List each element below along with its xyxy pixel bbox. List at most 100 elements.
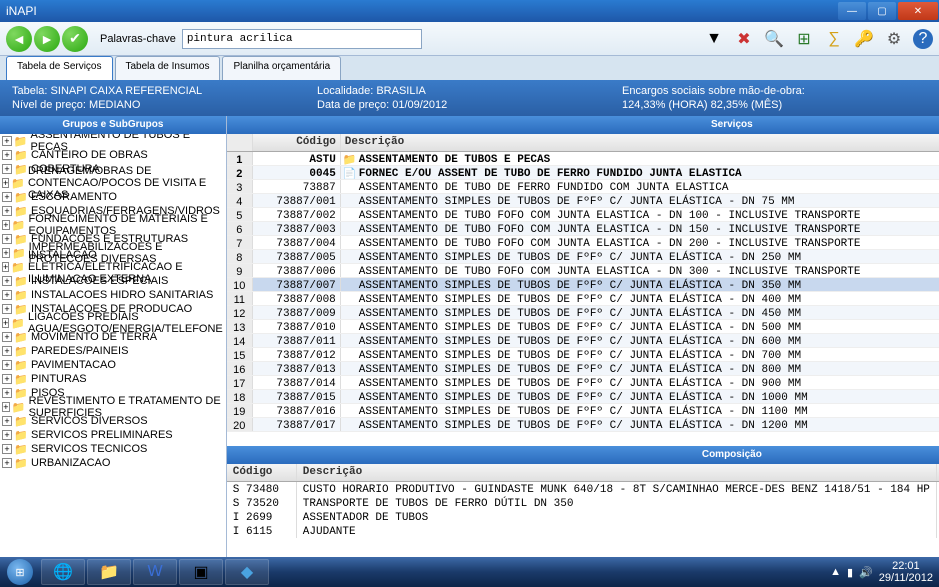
tree-item[interactable]: +ASSENTAMENTO DE TUBOS E PECAS (0, 134, 226, 148)
expand-icon[interactable]: + (2, 234, 12, 244)
tray-network-icon[interactable]: ▮ (847, 566, 853, 579)
expand-icon[interactable]: + (2, 360, 12, 370)
expand-icon[interactable]: + (2, 290, 12, 300)
table-row[interactable]: 20045📄FORNEC E/OU ASSENT DE TUBO DE FERR… (227, 166, 939, 180)
table-row[interactable]: 1073887/007ASSENTAMENTO SIMPLES DE TUBOS… (227, 278, 939, 292)
expand-icon[interactable]: + (2, 444, 12, 454)
tree[interactable]: +ASSENTAMENTO DE TUBOS E PECAS+CANTEIRO … (0, 134, 226, 566)
task-word[interactable]: W (133, 559, 177, 585)
comp-grid-body[interactable]: S 73480CUSTO HORARIO PRODUTIVO - GUINDAS… (227, 482, 939, 566)
tree-item[interactable]: +PAVIMENTACAO (0, 358, 226, 372)
comp-row[interactable]: S 73520TRANSPORTE DE TUBOS DE FERRO DÚTI… (227, 496, 939, 510)
comp-col-descricao[interactable]: Descrição (297, 464, 937, 481)
table-row[interactable]: 1873887/015ASSENTAMENTO SIMPLES DE TUBOS… (227, 390, 939, 404)
gear-icon[interactable]: ⚙ (883, 28, 905, 50)
expand-icon[interactable]: + (2, 430, 12, 440)
task-ie[interactable]: 🌐 (41, 559, 85, 585)
enc-label: Encargos sociais sobre mão-de-obra: (622, 85, 805, 97)
tree-item[interactable]: +REVESTIMENTO E TRATAMENTO DE SUPERFICIE… (0, 400, 226, 414)
export-excel-icon[interactable]: ⊞ (793, 28, 815, 50)
table-row[interactable]: 1173887/008ASSENTAMENTO SIMPLES DE TUBOS… (227, 292, 939, 306)
expand-icon[interactable]: + (2, 458, 12, 468)
tab-servicos[interactable]: Tabela de Serviços (6, 56, 113, 80)
minimize-button[interactable]: — (838, 2, 866, 20)
table-row[interactable]: 1773887/014ASSENTAMENTO SIMPLES DE TUBOS… (227, 376, 939, 390)
forward-button[interactable]: ► (34, 26, 60, 52)
tray-clock[interactable]: 22:0129/11/2012 (879, 560, 933, 584)
expand-icon[interactable]: + (2, 416, 12, 426)
servicos-grid-body[interactable]: 1ASTU📁ASSENTAMENTO DE TUBOS E PECAS20045… (227, 152, 939, 446)
table-row[interactable]: 973887/006ASSENTAMENTO DE TUBO FOFO COM … (227, 264, 939, 278)
tree-item[interactable]: +FORNECIMENTO DE MATERIAIS E EQUIPAMENTO… (0, 218, 226, 232)
expand-icon[interactable]: + (2, 402, 10, 412)
expand-icon[interactable]: + (2, 276, 12, 286)
expand-icon[interactable]: + (2, 374, 12, 384)
filter-icon[interactable]: ▼ (703, 28, 725, 50)
comp-row[interactable]: I 2699ASSENTADOR DE TUBOSH0,1330000 (227, 510, 939, 524)
expand-icon[interactable]: + (2, 388, 12, 398)
expand-icon[interactable]: + (2, 206, 12, 216)
expand-icon[interactable]: + (2, 304, 12, 314)
tree-item[interactable]: +DRENAGEM/OBRAS DE CONTENCAO/POCOS DE VI… (0, 176, 226, 190)
apply-button[interactable]: ✔ (62, 26, 88, 52)
table-row[interactable]: 1273887/009ASSENTAMENTO SIMPLES DE TUBOS… (227, 306, 939, 320)
comp-row[interactable]: I 6115AJUDANTEH0,2660000 (227, 524, 939, 538)
tree-item[interactable]: +URBANIZACAO (0, 456, 226, 470)
table-row[interactable]: 2073887/017ASSENTAMENTO SIMPLES DE TUBOS… (227, 418, 939, 432)
comp-desc: AJUDANTE (297, 524, 937, 538)
expand-icon[interactable]: + (2, 164, 12, 174)
comp-col-codigo[interactable]: Código (227, 464, 297, 481)
expand-icon[interactable]: + (2, 192, 12, 202)
back-button[interactable]: ◄ (6, 26, 32, 52)
tree-item[interactable]: +PAREDES/PAINEIS (0, 344, 226, 358)
table-row[interactable]: 1973887/016ASSENTAMENTO SIMPLES DE TUBOS… (227, 404, 939, 418)
tree-item[interactable]: +LIGACOES PREDIAIS AGUA/ESGOTO/ENERGIA/T… (0, 316, 226, 330)
tree-item[interactable]: +SERVICOS PRELIMINARES (0, 428, 226, 442)
table-row[interactable]: 873887/005ASSENTAMENTO SIMPLES DE TUBOS … (227, 250, 939, 264)
expand-icon[interactable]: + (2, 332, 12, 342)
tree-item[interactable]: +PINTURAS (0, 372, 226, 386)
keyword-input[interactable] (182, 29, 422, 49)
comp-row[interactable]: S 73480CUSTO HORARIO PRODUTIVO - GUINDAS… (227, 482, 939, 496)
expand-icon[interactable]: + (2, 346, 12, 356)
expand-icon[interactable]: + (2, 262, 9, 272)
expand-icon[interactable]: + (2, 220, 10, 230)
help-icon[interactable]: ? (913, 29, 933, 49)
col-descricao[interactable]: Descrição (341, 134, 939, 151)
expand-icon[interactable]: + (2, 178, 9, 188)
expand-icon[interactable]: + (2, 318, 9, 328)
task-app2[interactable]: ◆ (225, 559, 269, 585)
expand-icon[interactable]: + (2, 136, 12, 146)
tab-planilha[interactable]: Planilha orçamentária (222, 56, 341, 80)
task-explorer[interactable]: 📁 (87, 559, 131, 585)
key-icon[interactable]: 🔑 (853, 28, 875, 50)
tree-item[interactable]: +SERVICOS TECNICOS (0, 442, 226, 456)
table-row[interactable]: 573887/002ASSENTAMENTO DE TUBO FOFO COM … (227, 208, 939, 222)
table-row[interactable]: 1473887/011ASSENTAMENTO SIMPLES DE TUBOS… (227, 334, 939, 348)
tab-insumos[interactable]: Tabela de Insumos (115, 56, 221, 80)
maximize-button[interactable]: ▢ (868, 2, 896, 20)
tree-item[interactable]: +INSTALACOES HIDRO SANITARIAS (0, 288, 226, 302)
system-tray[interactable]: ▲ ▮ 🔊 22:0129/11/2012 (830, 560, 939, 584)
table-row[interactable]: 473887/001ASSENTAMENTO SIMPLES DE TUBOS … (227, 194, 939, 208)
table-row[interactable]: 1ASTU📁ASSENTAMENTO DE TUBOS E PECAS (227, 152, 939, 166)
table-row[interactable]: 1373887/010ASSENTAMENTO SIMPLES DE TUBOS… (227, 320, 939, 334)
stats-icon[interactable]: ∑ (823, 28, 845, 50)
start-button[interactable]: ⊞ (0, 557, 40, 587)
clear-filter-icon[interactable]: ✖ (733, 28, 755, 50)
folder-icon (12, 247, 26, 259)
table-row[interactable]: 373887ASSENTAMENTO DE TUBO DE FERRO FUND… (227, 180, 939, 194)
tree-item[interactable]: +INSTALACAO ELETRICA/ELETRIFICACAO E ILU… (0, 260, 226, 274)
tray-sound-icon[interactable]: 🔊 (859, 566, 873, 579)
search-icon[interactable]: 🔍 (763, 28, 785, 50)
table-row[interactable]: 773887/004ASSENTAMENTO DE TUBO FOFO COM … (227, 236, 939, 250)
table-row[interactable]: 1573887/012ASSENTAMENTO SIMPLES DE TUBOS… (227, 348, 939, 362)
tray-flag-icon[interactable]: ▲ (830, 566, 841, 578)
task-app1[interactable]: ▣ (179, 559, 223, 585)
expand-icon[interactable]: + (2, 150, 12, 160)
close-button[interactable]: ✕ (898, 2, 938, 20)
col-codigo[interactable]: Código (253, 134, 341, 151)
table-row[interactable]: 673887/003ASSENTAMENTO DE TUBO FOFO COM … (227, 222, 939, 236)
expand-icon[interactable]: + (2, 248, 10, 258)
table-row[interactable]: 1673887/013ASSENTAMENTO SIMPLES DE TUBOS… (227, 362, 939, 376)
